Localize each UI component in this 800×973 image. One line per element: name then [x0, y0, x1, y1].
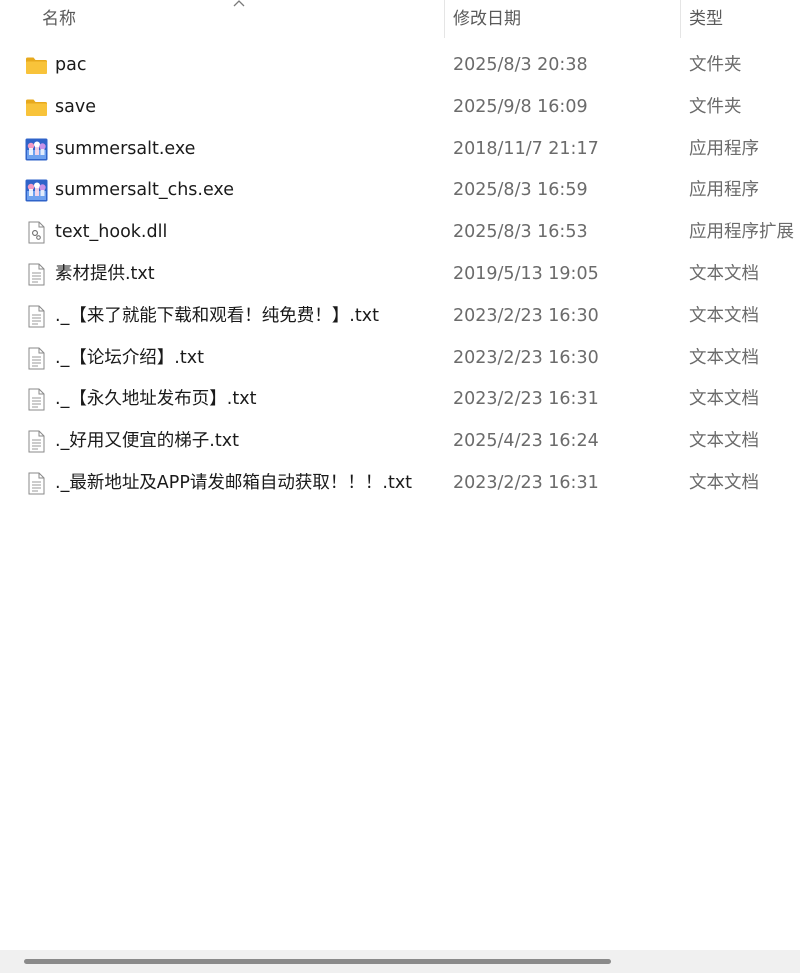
column-header-name[interactable]: 名称 — [42, 0, 422, 38]
app-icon — [25, 138, 48, 161]
column-divider[interactable] — [680, 0, 681, 38]
file-type: 应用程序扩展 — [689, 222, 794, 243]
file-type: 文件夹 — [689, 96, 742, 117]
file-name: summersalt.exe — [55, 138, 196, 159]
file-type: 文件夹 — [689, 55, 742, 75]
file-name: text_hook.dll — [55, 222, 168, 243]
app-icon — [25, 179, 48, 202]
text-file-icon — [25, 305, 48, 328]
file-name: pac — [55, 55, 87, 75]
file-modified-date: 2025/8/3 16:53 — [453, 222, 588, 243]
file-name: summersalt_chs.exe — [55, 180, 235, 201]
file-list: pac 2025/8/3 20:38 文件夹 save 2025/9/8 16:09 文… — [0, 45, 800, 505]
text-file-icon — [25, 388, 48, 411]
file-row[interactable]: summersalt_chs.exe 2025/8/3 16:59 应用程序 — [0, 170, 800, 212]
column-header-date[interactable]: 修改日期 — [453, 0, 653, 38]
file-name: ._【永久地址发布页】.txt — [55, 389, 257, 410]
text-file-icon — [25, 430, 48, 453]
file-modified-date: 2018/11/7 21:17 — [453, 138, 599, 159]
file-modified-date: 2025/8/3 20:38 — [453, 55, 588, 75]
file-name: ._【来了就能下载和观看！纯免费！】.txt — [55, 305, 379, 326]
file-type: 文本文档 — [689, 389, 759, 410]
file-row[interactable]: ._【来了就能下载和观看！纯免费！】.txt 2023/2/23 16:30 文本文… — [0, 296, 800, 338]
file-row[interactable]: text_hook.dll 2025/8/3 16:53 应用程序扩展 — [0, 212, 800, 254]
file-modified-date: 2025/9/8 16:09 — [453, 96, 588, 117]
file-name: save — [55, 96, 96, 117]
file-name: ._最新地址及APP请发邮箱自动获取！！！.txt — [55, 472, 413, 493]
file-name: ._好用又便宜的梯子.txt — [55, 431, 239, 452]
file-row[interactable]: 素材提供.txt 2019/5/13 19:05 文本文档 — [0, 254, 800, 296]
file-row[interactable]: save 2025/9/8 16:09 文件夹 — [0, 87, 800, 129]
file-type: 文本文档 — [689, 472, 759, 493]
file-modified-date: 2023/2/23 16:30 — [453, 305, 599, 326]
file-type: 文本文档 — [689, 263, 759, 284]
text-file-icon — [25, 472, 48, 495]
file-name: ._【论坛介绍】.txt — [55, 347, 204, 368]
file-modified-date: 2023/2/23 16:31 — [453, 472, 599, 493]
file-row[interactable]: pac 2025/8/3 20:38 文件夹 — [0, 45, 800, 87]
column-header: 名称 修改日期 类型 — [0, 0, 800, 38]
folder-icon — [25, 96, 48, 119]
file-name: 素材提供.txt — [55, 263, 155, 284]
file-type: 文本文档 — [689, 305, 759, 326]
text-file-icon — [25, 263, 48, 286]
scrollbar-thumb[interactable] — [24, 959, 611, 964]
file-row[interactable]: ._好用又便宜的梯子.txt 2025/4/23 16:24 文本文档 — [0, 421, 800, 463]
file-modified-date: 2025/4/23 16:24 — [453, 431, 599, 452]
file-type: 文本文档 — [689, 431, 759, 452]
folder-icon — [25, 54, 48, 77]
file-type: 应用程序 — [689, 138, 759, 159]
column-header-type[interactable]: 类型 — [689, 0, 799, 38]
file-row[interactable]: summersalt.exe 2018/11/7 21:17 应用程序 — [0, 129, 800, 171]
column-divider[interactable] — [444, 0, 445, 38]
file-modified-date: 2025/8/3 16:59 — [453, 180, 588, 201]
file-row[interactable]: ._【永久地址发布页】.txt 2023/2/23 16:31 文本文档 — [0, 379, 800, 421]
file-row[interactable]: ._最新地址及APP请发邮箱自动获取！！！.txt 2023/2/23 16:31… — [0, 463, 800, 505]
file-modified-date: 2019/5/13 19:05 — [453, 263, 599, 284]
file-modified-date: 2023/2/23 16:31 — [453, 389, 599, 410]
file-type: 应用程序 — [689, 180, 759, 201]
dll-icon — [25, 221, 48, 244]
horizontal-scrollbar[interactable] — [0, 950, 800, 973]
file-modified-date: 2023/2/23 16:30 — [453, 347, 599, 368]
file-row[interactable]: ._【论坛介绍】.txt 2023/2/23 16:30 文本文档 — [0, 338, 800, 380]
text-file-icon — [25, 347, 48, 370]
file-explorer: 名称 修改日期 类型 pac 2025/8/3 20:38 文件夹 save 2025… — [0, 0, 800, 973]
file-type: 文本文档 — [689, 347, 759, 368]
